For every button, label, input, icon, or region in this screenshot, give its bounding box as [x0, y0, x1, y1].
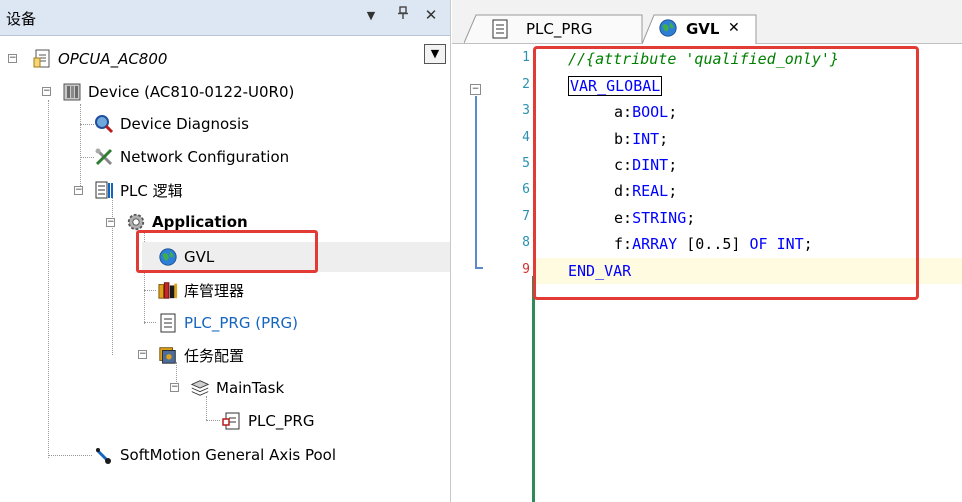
devices-panel-header: 设备 ▼ ✕ — [0, 0, 450, 36]
project-icon — [32, 49, 52, 69]
tools-icon — [94, 147, 114, 167]
tab-label: GVL — [686, 20, 720, 38]
panel-menu-button[interactable]: ▼ — [360, 9, 382, 22]
tree-line — [48, 455, 92, 456]
tree-item-label: Device (AC810-0122-U0R0) — [88, 83, 295, 101]
tree-item-network-configuration[interactable]: Network Configuration — [94, 143, 289, 171]
collapse-toggle[interactable]: − — [74, 186, 83, 195]
tab-close-icon[interactable]: ✕ — [728, 20, 740, 36]
tree-item-plc-logic[interactable]: PLC 逻辑 — [94, 176, 183, 204]
tree-item-label: 库管理器 — [184, 281, 245, 300]
line-number: 9 — [522, 262, 530, 277]
tree-item-label: Network Configuration — [120, 148, 290, 166]
globe-icon — [658, 18, 678, 38]
devices-panel-title: 设备 — [6, 10, 37, 28]
tree-item-label: Application — [152, 213, 248, 231]
tab-label: PLC_PRG — [526, 20, 593, 38]
tree-item-task-configuration[interactable]: 任务配置 — [158, 341, 244, 369]
fold-range-end — [475, 267, 483, 269]
tree-item-label: MainTask — [216, 379, 285, 397]
tree-item-library-manager[interactable]: 库管理器 — [158, 276, 244, 304]
panel-close-button[interactable]: ✕ — [420, 6, 442, 24]
device-dropdown-button[interactable]: ▼ — [424, 44, 446, 64]
line-number: 2 — [522, 77, 530, 92]
code-highlight-box — [533, 46, 919, 300]
task-config-icon — [158, 345, 178, 365]
tree-item-root[interactable]: OPCUA_AC800 — [32, 45, 167, 73]
program-icon — [158, 313, 178, 333]
tree-item-plc-prg[interactable]: PLC_PRG (PRG) — [158, 309, 298, 337]
axis-icon — [94, 445, 114, 465]
line-number: 8 — [522, 235, 530, 250]
line-number: 6 — [522, 182, 530, 197]
tab-gvl[interactable]: GVL ✕ — [642, 14, 758, 45]
program-call-icon — [222, 411, 242, 431]
tree-line — [48, 100, 49, 458]
code-fold-toggle[interactable]: − — [470, 84, 481, 95]
collapse-toggle[interactable]: − — [8, 54, 17, 63]
magnifier-icon — [94, 114, 114, 134]
collapse-toggle[interactable]: − — [138, 350, 147, 359]
plc-logic-icon — [94, 180, 114, 200]
tree-line — [80, 157, 94, 158]
tree-line — [144, 290, 156, 291]
tree-item-label: Device Diagnosis — [120, 115, 249, 133]
tree-item-device-diagnosis[interactable]: Device Diagnosis — [94, 110, 249, 138]
tree-item-label: PLC 逻辑 — [120, 181, 183, 200]
tree-item-label: PLC_PRG (PRG) — [184, 314, 299, 332]
change-marker-bar — [532, 276, 535, 502]
tab-plc-prg[interactable]: PLC_PRG — [464, 14, 643, 44]
collapse-toggle[interactable]: − — [106, 218, 115, 227]
tree-item-task-plc-prg[interactable]: PLC_PRG — [222, 407, 314, 435]
task-icon — [190, 378, 210, 398]
collapse-toggle[interactable]: − — [42, 87, 51, 96]
panel-pin-button[interactable] — [392, 6, 414, 24]
line-number: 4 — [522, 130, 530, 145]
program-icon — [490, 19, 510, 39]
line-number: 7 — [522, 209, 530, 224]
pin-icon — [398, 6, 408, 19]
devices-panel: 设备 ▼ ✕ ▼ − − − − − − OPCUA_AC800 Device … — [0, 0, 451, 502]
gvl-highlight-box — [136, 230, 318, 273]
line-number: 1 — [522, 50, 530, 65]
device-icon — [62, 82, 82, 102]
tree-line — [206, 420, 220, 421]
fold-range-line — [475, 96, 477, 268]
editor-tab-bar: PLC_PRG GVL ✕ — [452, 0, 962, 45]
library-icon — [158, 280, 178, 300]
gear-icon — [126, 212, 146, 232]
tree-line — [80, 124, 94, 125]
tree-item-device[interactable]: Device (AC810-0122-U0R0) — [62, 78, 294, 106]
tree-line — [80, 104, 81, 190]
tree-item-label: 任务配置 — [184, 346, 245, 365]
line-number: 3 — [522, 103, 530, 118]
tree-item-label: PLC_PRG — [248, 412, 315, 430]
tree-item-softmotion-axis-pool[interactable]: SoftMotion General Axis Pool — [94, 441, 336, 469]
tree-item-main-task[interactable]: MainTask — [190, 374, 284, 402]
tree-line — [144, 322, 156, 323]
line-number: 5 — [522, 156, 530, 171]
tree-item-label: SoftMotion General Axis Pool — [120, 446, 337, 464]
collapse-toggle[interactable]: − — [170, 383, 179, 392]
tree-item-label: OPCUA_AC800 — [58, 50, 168, 68]
